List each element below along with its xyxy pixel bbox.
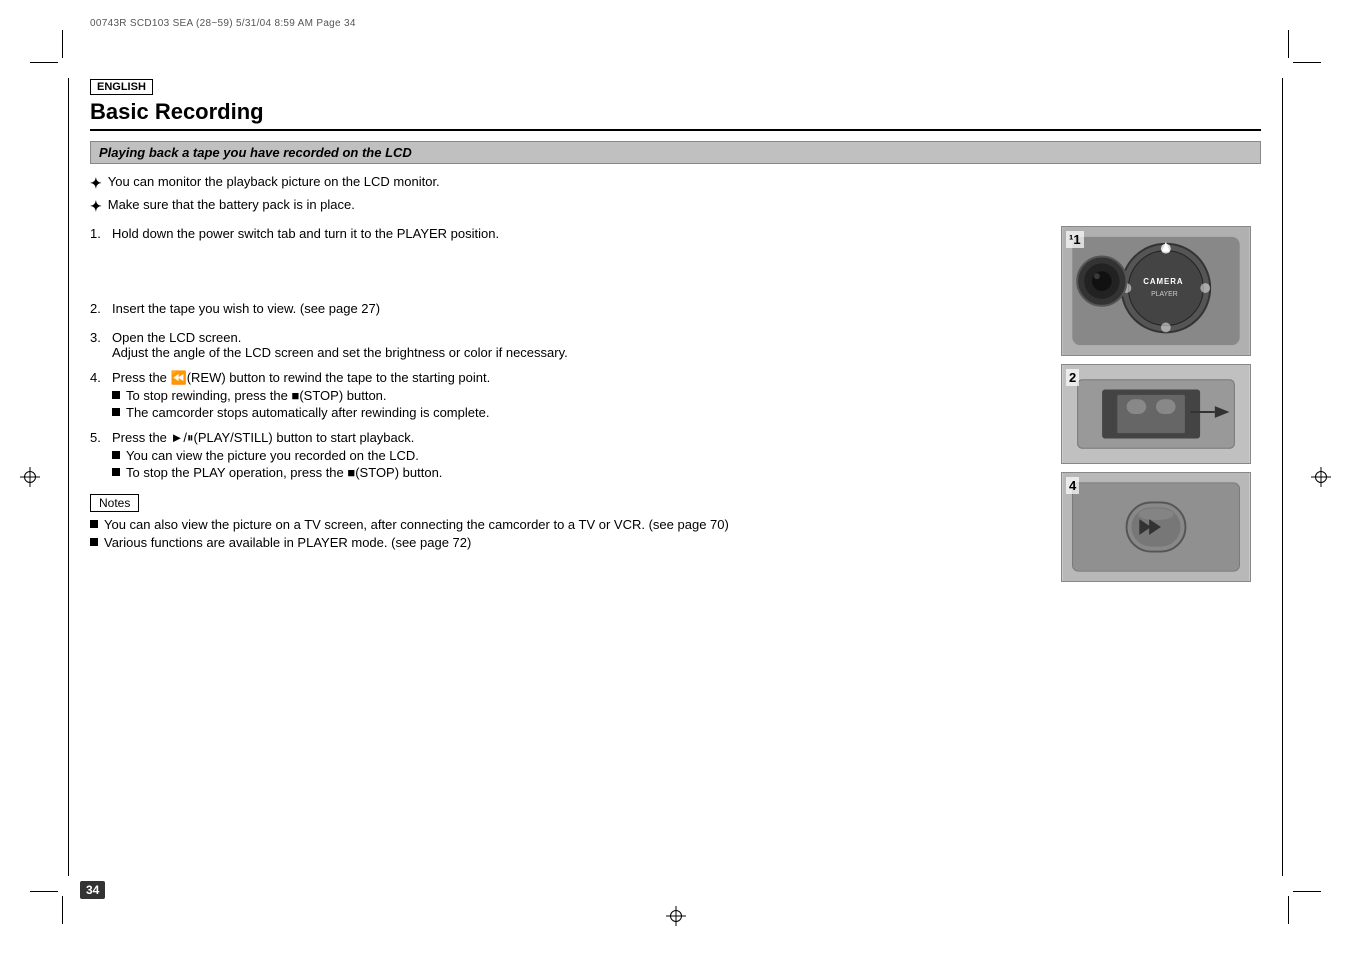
reg-mark-bottom	[666, 906, 686, 926]
step-3-text: Open the LCD screen.	[112, 330, 1041, 345]
step-2-text: Insert the tape you wish to view. (see p…	[112, 301, 380, 316]
svg-text:CAMERA: CAMERA	[1143, 277, 1183, 286]
step-2-num: 2.	[90, 301, 112, 316]
crop-mark-tr-v	[1288, 30, 1289, 58]
cross-symbol-1: ✦	[90, 174, 102, 194]
step-4-sub-text-1: To stop rewinding, press the ■(STOP) but…	[126, 388, 387, 403]
section-subtitle: Playing back a tape you have recorded on…	[90, 141, 1261, 164]
img-number-1: ¹1	[1066, 231, 1084, 248]
reg-mark-right	[1311, 467, 1331, 487]
notes-bullet-2	[90, 538, 98, 546]
notes-bullet-1	[90, 520, 98, 528]
crop-mark-bl-h	[30, 891, 58, 892]
step-5-content: Press the ►/⏸(PLAY/STILL) button to star…	[112, 430, 1041, 480]
step-4-sub-2: The camcorder stops automatically after …	[112, 405, 1041, 420]
page-title: Basic Recording	[90, 99, 1261, 131]
step-1: 1. Hold down the power switch tab and tu…	[90, 226, 1041, 241]
header-meta: 00743R SCD103 SEA (28~59) 5/31/04 8:59 A…	[90, 18, 356, 29]
img-number-4: 4	[1066, 477, 1079, 494]
text-column: 1. Hold down the power switch tab and tu…	[90, 226, 1041, 582]
step-3-content: Open the LCD screen. Adjust the angle of…	[112, 330, 1041, 360]
crop-mark-bl-v	[62, 896, 63, 924]
content-area: ENGLISH Basic Recording Playing back a t…	[90, 78, 1261, 864]
cam-svg-2	[1062, 365, 1250, 463]
bullet-square-4-2	[112, 408, 120, 416]
notes-label: Notes	[90, 494, 139, 512]
main-layout: 1. Hold down the power switch tab and tu…	[90, 226, 1261, 582]
side-line-right	[1282, 78, 1283, 876]
crop-mark-tr-h	[1293, 62, 1321, 63]
notes-item-1: You can also view the picture on a TV sc…	[90, 517, 1041, 532]
crop-mark-br-v	[1288, 896, 1289, 924]
step-3: 3. Open the LCD screen. Adjust the angle…	[90, 330, 1041, 360]
cross-bullet-text-1: You can monitor the playback picture on …	[108, 174, 440, 189]
step-3-num: 3.	[90, 330, 112, 360]
bullet-square-5-1	[112, 451, 120, 459]
step-5: 5. Press the ►/⏸(PLAY/STILL) button to s…	[90, 430, 1041, 480]
cross-bullet-text-2: Make sure that the battery pack is in pl…	[108, 197, 355, 212]
crop-mark-br-h	[1293, 891, 1321, 892]
step-5-text: Press the ►/⏸(PLAY/STILL) button to star…	[112, 430, 1041, 446]
cross-bullet-2: ✦ Make sure that the battery pack is in …	[90, 197, 1261, 217]
step-5-sub-2: To stop the PLAY operation, press the ■(…	[112, 465, 1041, 480]
page-number: 34	[80, 881, 105, 899]
cross-bullet-1: ✦ You can monitor the playback picture o…	[90, 174, 1261, 194]
step-5-num: 5.	[90, 430, 112, 480]
step-3-subtext: Adjust the angle of the LCD screen and s…	[112, 345, 1041, 360]
images-column: ¹1 CAMERA	[1061, 226, 1261, 582]
crop-mark-tl-v	[62, 30, 63, 58]
cam-svg-1: CAMERA PLAYER	[1062, 227, 1250, 355]
step-5-sub-1: You can view the picture you recorded on…	[112, 448, 1041, 463]
cam-image-2: 2	[1061, 364, 1251, 464]
step-5-sub-text-1: You can view the picture you recorded on…	[126, 448, 419, 463]
step-1-text: Hold down the power switch tab and turn …	[112, 226, 499, 241]
step-1-content: Hold down the power switch tab and turn …	[112, 226, 1041, 241]
step-2: 2. Insert the tape you wish to view. (se…	[90, 301, 1041, 316]
notes-item-2: Various functions are available in PLAYE…	[90, 535, 1041, 550]
notes-text-2: Various functions are available in PLAYE…	[104, 535, 471, 550]
english-badge: ENGLISH	[90, 79, 153, 95]
crop-mark-tl-h	[30, 62, 58, 63]
step-4: 4. Press the ⏪(REW) button to rewind the…	[90, 370, 1041, 420]
step-4-text: Press the ⏪(REW) button to rewind the ta…	[112, 370, 1041, 386]
step-4-num: 4.	[90, 370, 112, 420]
step-2-content: Insert the tape you wish to view. (see p…	[112, 301, 1041, 316]
step-5-sub-text-2: To stop the PLAY operation, press the ■(…	[126, 465, 442, 480]
cam-image-4: 4	[1061, 472, 1251, 582]
notes-text-1: You can also view the picture on a TV sc…	[104, 517, 729, 532]
page-container: 00743R SCD103 SEA (28~59) 5/31/04 8:59 A…	[0, 0, 1351, 954]
cam-image-1: ¹1 CAMERA	[1061, 226, 1251, 356]
bullet-square-5-2	[112, 468, 120, 476]
bullet-square-4-1	[112, 391, 120, 399]
step-4-sub-1: To stop rewinding, press the ■(STOP) but…	[112, 388, 1041, 403]
step-4-content: Press the ⏪(REW) button to rewind the ta…	[112, 370, 1041, 420]
cam-svg-4	[1062, 473, 1250, 581]
img-number-2: 2	[1066, 369, 1079, 386]
notes-box: Notes You can also view the picture on a…	[90, 494, 1041, 550]
reg-mark-left	[20, 467, 40, 487]
svg-text:PLAYER: PLAYER	[1151, 291, 1178, 298]
step-1-num: 1.	[90, 226, 112, 241]
cross-symbol-2: ✦	[90, 197, 102, 217]
side-line-left	[68, 78, 69, 876]
step-4-sub-text-2: The camcorder stops automatically after …	[126, 405, 489, 420]
